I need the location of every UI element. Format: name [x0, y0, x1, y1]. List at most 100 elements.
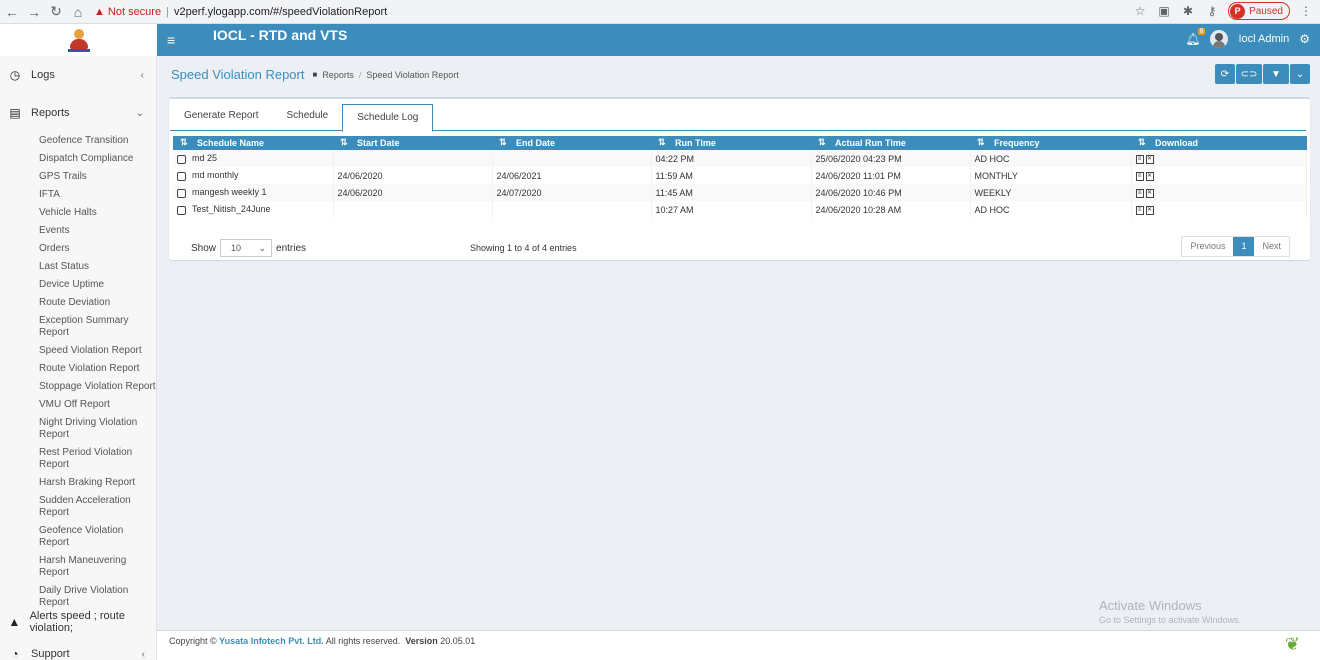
row-checkbox[interactable]: [177, 188, 186, 198]
forward-icon[interactable]: →: [24, 2, 44, 22]
back-icon[interactable]: ←: [2, 2, 22, 22]
sidebar-subitem[interactable]: Device Uptime: [39, 276, 156, 294]
sidebar-item-logs[interactable]: ◷ Logs ‹: [0, 56, 156, 94]
sidebar-subitem[interactable]: Route Violation Report: [39, 360, 156, 378]
column-header[interactable]: ⇅ Schedule Name: [173, 136, 333, 150]
sidebar-item-reports[interactable]: ▤ Reports ⌄: [0, 94, 156, 132]
download-cell: ≡ ✕: [1131, 201, 1307, 218]
puzzle-icon[interactable]: ✱: [1180, 4, 1196, 18]
sidebar-subitem[interactable]: Speed Violation Report: [39, 342, 156, 360]
profile-paused-button[interactable]: P Paused: [1228, 2, 1290, 20]
sidebar-subitem[interactable]: IFTA: [39, 186, 156, 204]
row-checkbox[interactable]: [177, 154, 186, 164]
tab-schedule-log[interactable]: Schedule Log: [342, 104, 434, 132]
sort-icon: ⇅: [180, 137, 188, 147]
column-header[interactable]: ⇅ End Date: [492, 136, 651, 150]
reload-icon[interactable]: ↻: [46, 2, 66, 22]
sidebar: ◷ Logs ‹ ▤ Reports ⌄ Geofence Transition…: [0, 56, 157, 660]
column-header[interactable]: ⇅ Run Time: [651, 136, 811, 150]
breadcrumb: Speed Violation Report ■ Reports / Speed…: [171, 67, 459, 82]
excel-download-icon[interactable]: ✕: [1145, 154, 1154, 164]
notification-bell-icon[interactable]: 🔔︎ 8: [1185, 28, 1206, 46]
sidebar-subitem[interactable]: Route Deviation: [39, 294, 156, 312]
refresh-button[interactable]: ⟳: [1215, 64, 1235, 84]
user-name[interactable]: Iocl Admin: [1238, 33, 1289, 45]
sidebar-subitem[interactable]: Night Driving Violation Report: [39, 414, 156, 444]
frequency-cell: MONTHLY: [970, 167, 1132, 184]
excel-download-icon[interactable]: ✕: [1145, 171, 1154, 181]
pdf-download-icon[interactable]: ≡: [1135, 188, 1144, 198]
breadcrumb-item[interactable]: Reports: [322, 70, 354, 80]
sidebar-subitem[interactable]: Events: [39, 222, 156, 240]
sidebar-item-label: Alerts speed ; route violation;: [29, 610, 125, 634]
sidebar-subitem[interactable]: Orders: [39, 240, 156, 258]
entries-label: entries: [276, 242, 307, 254]
sidebar-item-support[interactable]: ◔ Support ‹: [0, 638, 156, 660]
user-avatar[interactable]: [1210, 30, 1229, 48]
schedule-log-table: ⇅ Schedule Name ⇅ Start Date ⇅ End Date ⇅ Ru…: [173, 136, 1307, 218]
logo[interactable]: [0, 24, 157, 56]
address-bar[interactable]: ▲ Not secure | v2perf.ylogapp.com/#/spee…: [94, 6, 387, 18]
column-header[interactable]: ⇅ Start Date: [333, 136, 492, 150]
page-footer: Copyright © Yusata Infotech Pvt. Ltd. Al…: [157, 630, 1320, 660]
schedule-name-cell: mangesh weekly 1: [173, 184, 334, 201]
sidebar-item-alerts[interactable]: ▲ Alerts speed ; route violation;: [0, 606, 156, 638]
menu-toggle-icon[interactable]: ≡: [167, 32, 187, 48]
settings-gear-icon[interactable]: ⚙: [1299, 32, 1310, 46]
next-page-button[interactable]: Next: [1254, 237, 1289, 256]
excel-download-icon[interactable]: ✕: [1145, 205, 1154, 215]
pdf-download-icon[interactable]: ≡: [1135, 171, 1144, 181]
previous-page-button[interactable]: Previous: [1182, 237, 1233, 256]
column-header[interactable]: ⇅ Actual Run Time: [811, 136, 970, 150]
sidebar-subitem[interactable]: Vehicle Halts: [39, 204, 156, 222]
sidebar-subitem[interactable]: Geofence Violation Report: [39, 522, 156, 552]
sidebar-subitem[interactable]: Dispatch Compliance: [39, 150, 156, 168]
pdf-download-icon[interactable]: ≡: [1135, 205, 1144, 215]
support-icon: ◔: [11, 647, 19, 660]
clock-icon: ◷: [9, 68, 21, 82]
sort-icon: ⇅: [499, 137, 507, 147]
run-time-cell: 11:45 AM: [651, 184, 812, 201]
column-header[interactable]: ⇅ Download: [1131, 136, 1307, 150]
tab-generate-report[interactable]: Generate Report: [170, 104, 273, 130]
main-content: Speed Violation Report ■ Reports / Speed…: [157, 56, 1320, 630]
app-title: IOCL - RTD and VTS: [213, 27, 348, 43]
tab-schedule[interactable]: Schedule: [273, 104, 343, 130]
row-checkbox[interactable]: [177, 171, 186, 181]
sidebar-subitem[interactable]: Stoppage Violation Report: [39, 378, 156, 396]
column-header[interactable]: ⇅ Frequency: [970, 136, 1131, 150]
sidebar-subitem[interactable]: Rest Period Violation Report: [39, 444, 156, 474]
extension-icon[interactable]: ▣: [1156, 4, 1172, 18]
star-icon[interactable]: ☆: [1132, 4, 1148, 18]
sidebar-subitem[interactable]: Geofence Transition: [39, 132, 156, 150]
row-checkbox[interactable]: [177, 205, 186, 215]
page-length-select[interactable]: 10 ⌄: [220, 239, 273, 257]
chevron-left-icon: ‹: [141, 648, 145, 660]
filter-button[interactable]: ▼: [1263, 64, 1289, 84]
frequency-cell: WEEKLY: [970, 184, 1132, 201]
sidebar-item-label: Reports: [31, 107, 70, 119]
toggle-button[interactable]: ⊂⊃: [1236, 64, 1262, 84]
company-logo-icon: ❦: [1284, 634, 1300, 654]
sort-icon: ⇅: [977, 137, 985, 147]
pdf-download-icon[interactable]: ≡: [1135, 154, 1144, 164]
notification-badge: 8: [1197, 28, 1206, 35]
company-link[interactable]: Yusata Infotech Pvt. Ltd.: [219, 636, 324, 646]
sidebar-subitem[interactable]: Sudden Acceleration Report: [39, 492, 156, 522]
more-vert-icon[interactable]: ⋮: [1298, 4, 1314, 18]
sidebar-subitem[interactable]: Harsh Braking Report: [39, 474, 156, 492]
sidebar-subitem[interactable]: GPS Trails: [39, 168, 156, 186]
page-button[interactable]: 1: [1233, 237, 1255, 256]
breadcrumb-icon: ■: [312, 70, 318, 79]
dropdown-button[interactable]: ⌄: [1290, 64, 1310, 84]
table-row: mangesh weekly 1 24/06/2020 24/07/2020 1…: [173, 184, 1307, 201]
sidebar-subitem[interactable]: Last Status: [39, 258, 156, 276]
sidebar-subitem[interactable]: VMU Off Report: [39, 396, 156, 414]
key-icon[interactable]: ⚷: [1204, 4, 1220, 18]
sidebar-subitem[interactable]: Harsh Maneuvering Report: [39, 552, 156, 582]
excel-download-icon[interactable]: ✕: [1145, 188, 1154, 198]
sidebar-subitem[interactable]: Exception Summary Report: [39, 312, 156, 342]
run-time-cell: 10:27 AM: [651, 201, 812, 218]
chevron-left-icon: ‹: [140, 69, 144, 81]
home-icon[interactable]: ⌂: [68, 2, 88, 22]
